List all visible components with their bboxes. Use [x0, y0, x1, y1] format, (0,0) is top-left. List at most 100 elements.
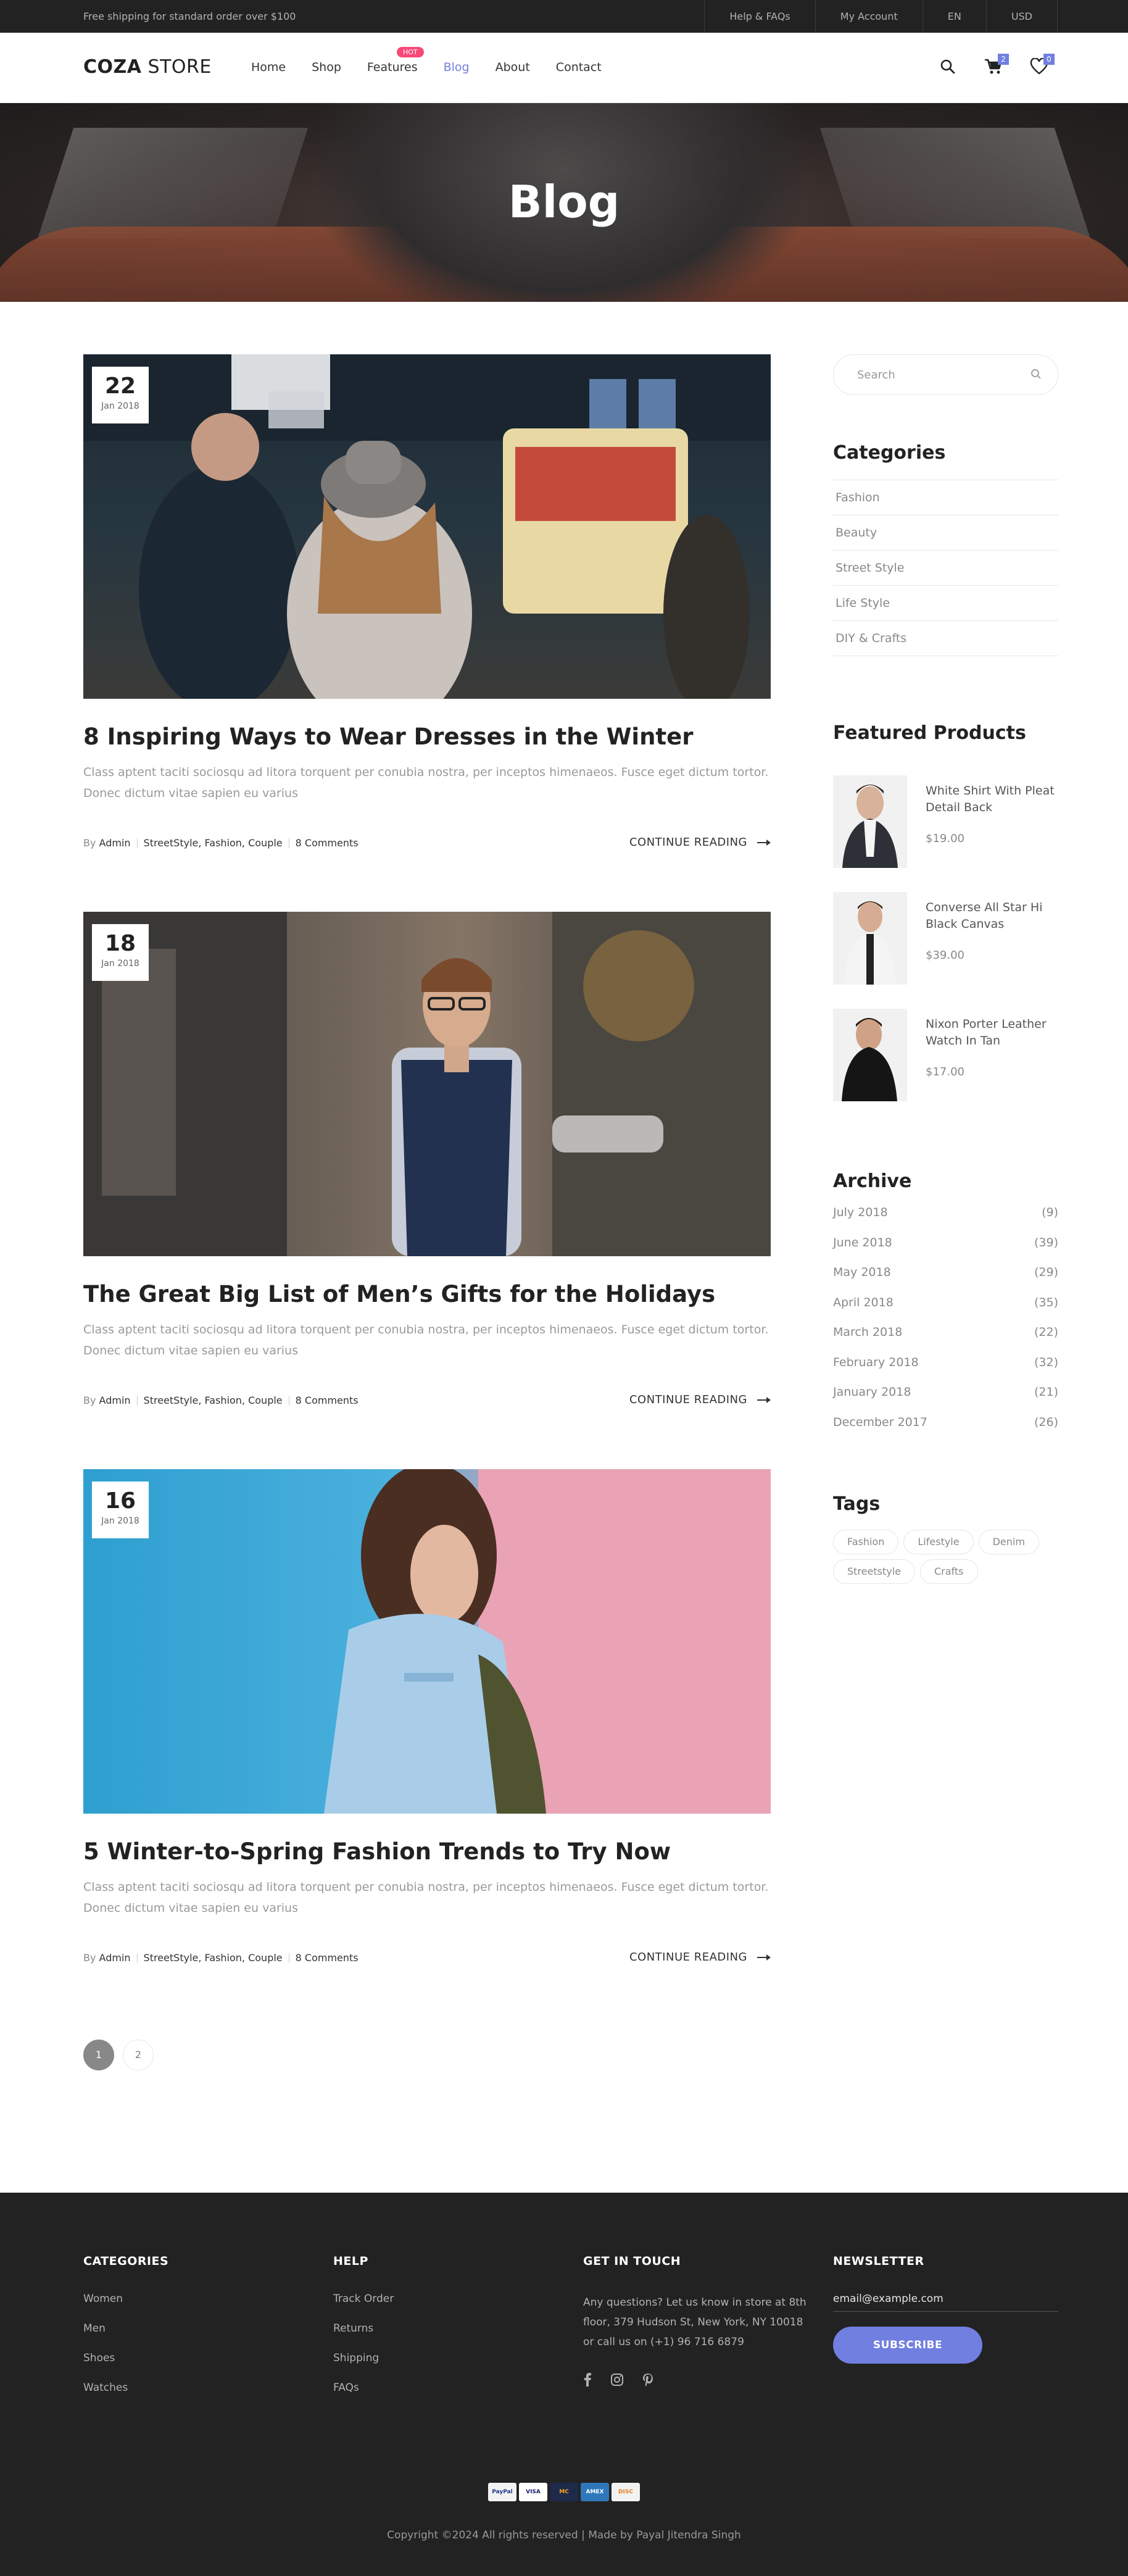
- language-selector[interactable]: EN: [923, 0, 987, 33]
- continue-reading-label: CONTINUE READING: [629, 836, 747, 849]
- archive-item[interactable]: June 2018 (39): [833, 1236, 1058, 1266]
- footer-link[interactable]: Men: [83, 2322, 268, 2352]
- post-tags[interactable]: StreetStyle, Fashion, Couple: [144, 1394, 283, 1406]
- featured-product[interactable]: White Shirt With Pleat Detail Back $19.0…: [833, 775, 1058, 868]
- subscribe-button[interactable]: SUBSCRIBE: [833, 2327, 982, 2364]
- facebook-icon[interactable]: [583, 2373, 592, 2386]
- archive-item[interactable]: April 2018 (35): [833, 1296, 1058, 1326]
- post-title[interactable]: 8 Inspiring Ways to Wear Dresses in the …: [83, 723, 693, 750]
- post-tags[interactable]: StreetStyle, Fashion, Couple: [144, 837, 283, 849]
- blog-hero-banner: Blog: [0, 103, 1128, 302]
- newsletter-email-input[interactable]: email@example.com: [833, 2293, 1058, 2312]
- archive-item[interactable]: January 2018 (21): [833, 1385, 1058, 1415]
- post-day: 22: [104, 373, 136, 399]
- tag-pill[interactable]: Fashion: [833, 1530, 899, 1554]
- post-image-art: [324, 1469, 771, 1814]
- product-name[interactable]: White Shirt With Pleat Detail Back: [926, 783, 1058, 816]
- tags-widget: Tags Fashion Lifestyle Denim Streetstyle…: [833, 1493, 1058, 1584]
- continue-reading-link[interactable]: CONTINUE READING: [629, 1393, 771, 1406]
- featured-product[interactable]: Nixon Porter Leather Watch In Tan $17.00: [833, 1009, 1058, 1101]
- post-author[interactable]: Admin: [99, 837, 131, 849]
- footer-link[interactable]: Shoes: [83, 2352, 268, 2382]
- tag-pill[interactable]: Lifestyle: [903, 1530, 974, 1554]
- footer-link[interactable]: Shipping: [333, 2352, 518, 2382]
- post-meta: By Admin StreetStyle, Fashion, Couple 8 …: [83, 1394, 359, 1406]
- nav-home[interactable]: Home: [251, 60, 286, 74]
- post-tags[interactable]: StreetStyle, Fashion, Couple: [144, 1952, 283, 1964]
- post-image[interactable]: 22 Jan 2018: [83, 354, 771, 699]
- post-author[interactable]: Admin: [99, 1394, 131, 1406]
- cart-icon[interactable]: 2: [983, 54, 1009, 77]
- nav-features[interactable]: Features HOT: [367, 47, 424, 74]
- product-thumbnail[interactable]: [833, 892, 907, 985]
- currency-selector[interactable]: USD: [987, 0, 1058, 33]
- product-thumbnail[interactable]: [833, 775, 907, 868]
- post-comments[interactable]: 8 Comments: [296, 1952, 359, 1964]
- category-link[interactable]: Beauty: [833, 515, 1058, 551]
- continue-reading-label: CONTINUE READING: [629, 1393, 747, 1406]
- category-link[interactable]: Life Style: [833, 586, 1058, 621]
- archive-item[interactable]: March 2018 (22): [833, 1325, 1058, 1356]
- nav-blog[interactable]: Blog: [444, 60, 470, 74]
- wishlist-heart-icon[interactable]: 0: [1029, 54, 1055, 77]
- post-meta: By Admin StreetStyle, Fashion, Couple 8 …: [83, 1952, 359, 1964]
- product-name[interactable]: Nixon Porter Leather Watch In Tan: [926, 1016, 1058, 1049]
- logo[interactable]: COZA STORE: [83, 56, 212, 78]
- post-author[interactable]: Admin: [99, 1952, 131, 1964]
- meta-divider: [136, 1395, 138, 1406]
- continue-reading-link[interactable]: CONTINUE READING: [629, 836, 771, 849]
- top-bar: Free shipping for standard order over $1…: [0, 0, 1128, 33]
- post-comments[interactable]: 8 Comments: [296, 837, 359, 849]
- product-price: $19.00: [926, 832, 964, 845]
- product-price: $17.00: [926, 1065, 964, 1078]
- footer-link[interactable]: Returns: [333, 2322, 518, 2352]
- archive-count: (21): [1034, 1385, 1058, 1399]
- footer-link[interactable]: Track Order: [333, 2293, 518, 2322]
- post-date: 16 Jan 2018: [92, 1482, 149, 1538]
- page-2-button[interactable]: 2: [123, 2040, 154, 2070]
- footer-link[interactable]: FAQs: [333, 2382, 518, 2411]
- tag-pill[interactable]: Streetstyle: [833, 1559, 915, 1584]
- category-link[interactable]: Street Style: [833, 551, 1058, 586]
- archive-title: Archive: [833, 1170, 912, 1192]
- page-title: Blog: [508, 176, 620, 228]
- category-link[interactable]: Fashion: [833, 480, 1058, 515]
- archive-count: (26): [1034, 1415, 1058, 1429]
- post-image-art: [83, 354, 771, 699]
- help-faqs-link[interactable]: Help & FAQs: [705, 0, 816, 33]
- product-thumbnail[interactable]: [833, 1009, 907, 1101]
- post-comments[interactable]: 8 Comments: [296, 1394, 359, 1406]
- featured-product[interactable]: Converse All Star Hi Black Canvas $39.00: [833, 892, 1058, 985]
- archive-item[interactable]: May 2018 (29): [833, 1265, 1058, 1296]
- nav-contact[interactable]: Contact: [556, 60, 602, 74]
- post-image[interactable]: 18 Jan 2018: [83, 912, 771, 1256]
- category-link[interactable]: DIY & Crafts: [833, 621, 1058, 656]
- shipping-notice: Free shipping for standard order over $1…: [83, 10, 296, 22]
- continue-reading-link[interactable]: CONTINUE READING: [629, 1951, 771, 1964]
- post-title[interactable]: 5 Winter-to-Spring Fashion Trends to Try…: [83, 1838, 671, 1865]
- footer-link[interactable]: Women: [83, 2293, 268, 2322]
- search-icon[interactable]: [937, 56, 958, 77]
- arrow-right-icon: [757, 1396, 771, 1403]
- archive-item[interactable]: December 2017 (26): [833, 1415, 1058, 1446]
- search-input[interactable]: Search: [857, 369, 895, 381]
- search-icon[interactable]: [1031, 369, 1042, 382]
- post-month: Jan 2018: [101, 1516, 139, 1526]
- tag-pill[interactable]: Crafts: [919, 1559, 978, 1584]
- archive-item[interactable]: July 2018 (9): [833, 1206, 1058, 1236]
- nav-about[interactable]: About: [496, 60, 530, 74]
- nav-shop[interactable]: Shop: [312, 60, 341, 74]
- instagram-icon[interactable]: [610, 2373, 624, 2386]
- archive-item[interactable]: February 2018 (32): [833, 1356, 1058, 1386]
- sidebar-search[interactable]: Search: [833, 354, 1058, 395]
- pinterest-icon[interactable]: [642, 2373, 653, 2386]
- tag-pill[interactable]: Denim: [978, 1530, 1039, 1554]
- product-name[interactable]: Converse All Star Hi Black Canvas: [926, 899, 1058, 933]
- post-title[interactable]: The Great Big List of Men’s Gifts for th…: [83, 1281, 715, 1307]
- my-account-link[interactable]: My Account: [816, 0, 923, 33]
- footer-link[interactable]: Watches: [83, 2382, 268, 2411]
- visa-icon: VISA: [519, 2483, 547, 2501]
- page-1-button[interactable]: 1: [83, 2040, 114, 2070]
- post-month: Jan 2018: [101, 401, 139, 411]
- post-image[interactable]: 16 Jan 2018: [83, 1469, 771, 1814]
